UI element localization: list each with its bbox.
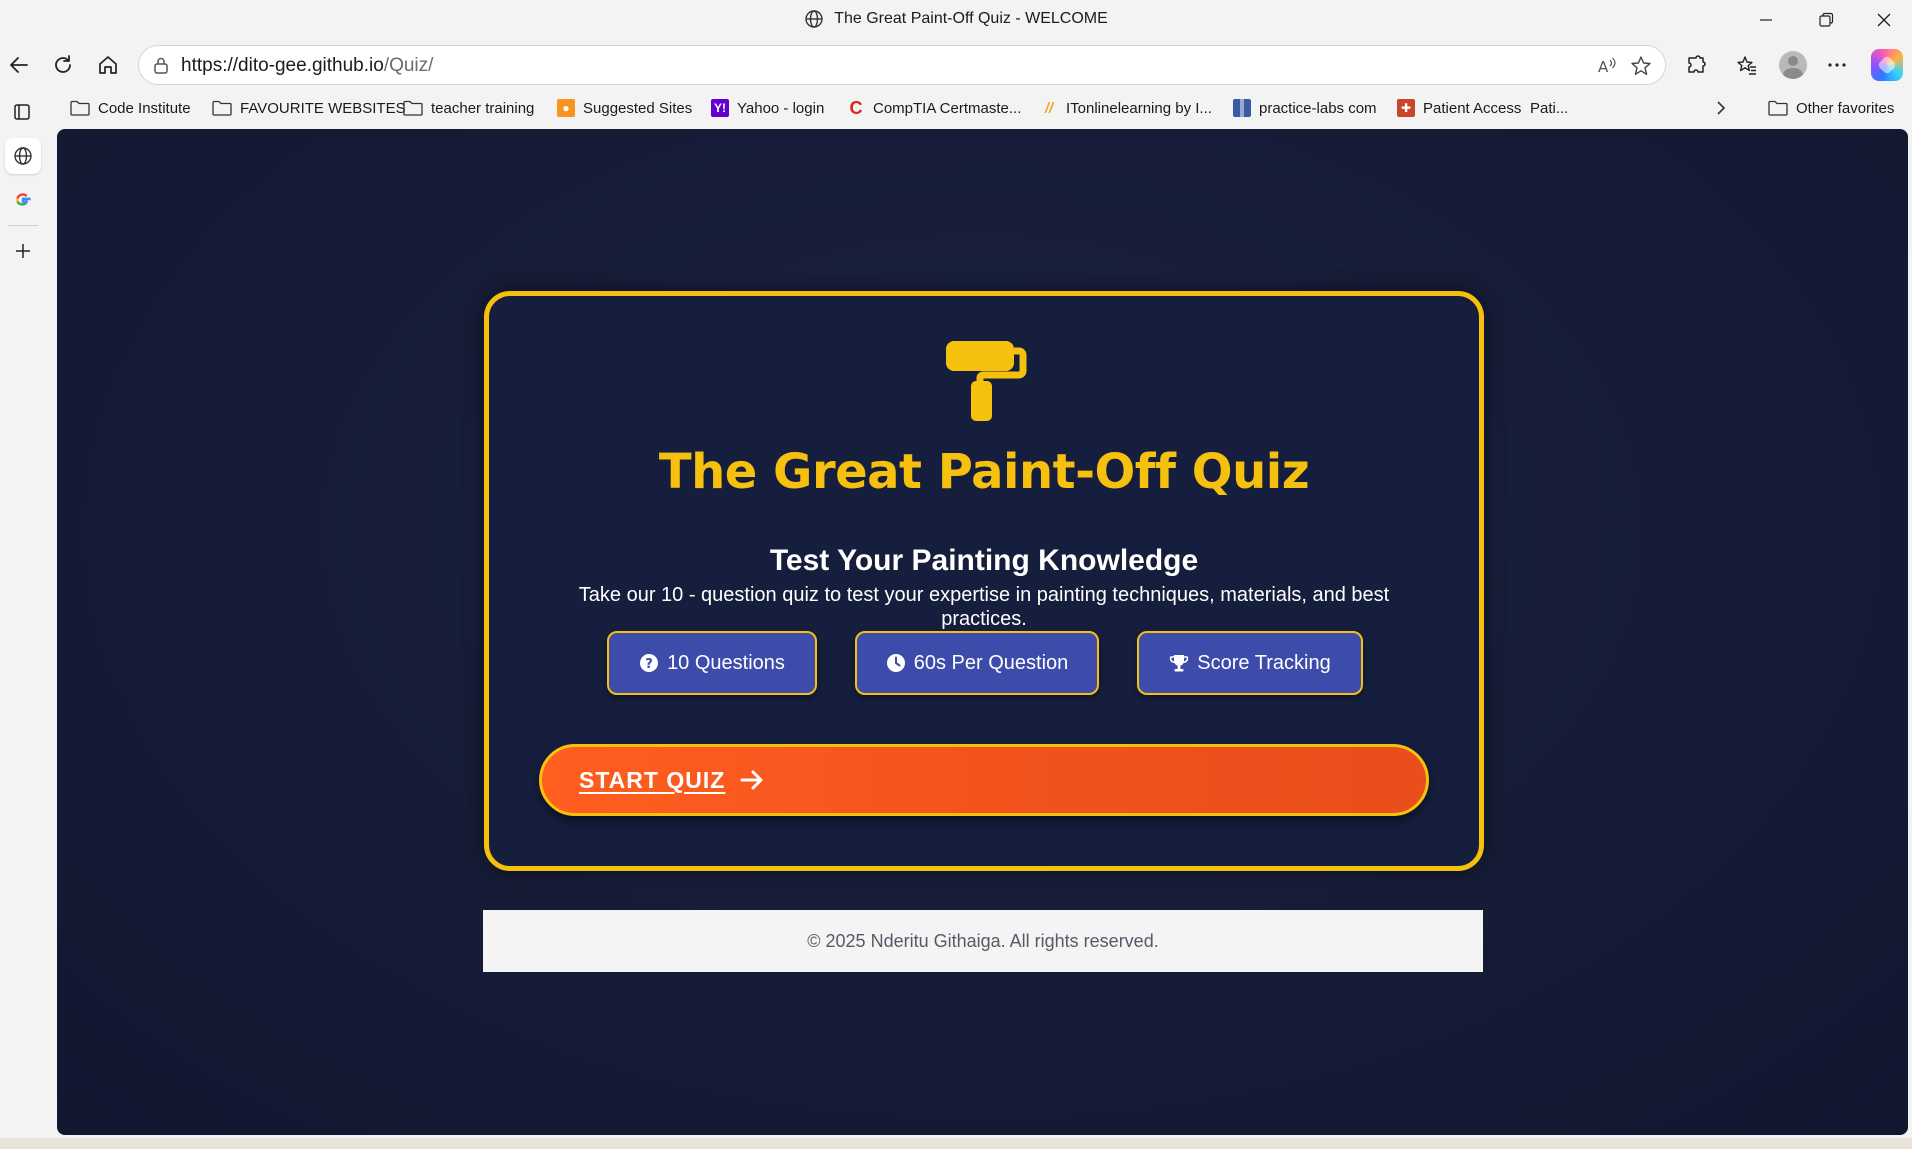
address-bar[interactable]: https://dito-gee.github.io/Quiz/ A bbox=[138, 45, 1666, 85]
favorite-teacher-training[interactable]: teacher training bbox=[403, 97, 534, 119]
comptia-icon: C bbox=[849, 97, 863, 118]
favorites-bar: Code Institute FAVOURITE WEBSITES teache… bbox=[0, 90, 1912, 126]
navigation-bar: https://dito-gee.github.io/Quiz/ A bbox=[0, 40, 1912, 90]
welcome-card: The Great Paint-Off Quiz Test Your Paint… bbox=[484, 291, 1484, 871]
home-button[interactable] bbox=[89, 46, 127, 84]
clock-icon bbox=[886, 654, 905, 672]
favorite-label: Yahoo - login bbox=[737, 99, 825, 117]
restore-icon bbox=[1819, 12, 1834, 27]
feature-time-badge: 60s Per Question bbox=[855, 631, 1099, 695]
minimize-button[interactable] bbox=[1738, 0, 1794, 40]
favorite-code-institute[interactable]: Code Institute bbox=[70, 97, 191, 119]
favorite-suggested-sites[interactable]: ● Suggested Sites bbox=[557, 97, 692, 119]
title-bar: The Great Paint-Off Quiz - WELCOME bbox=[0, 0, 1912, 40]
favorite-practice-labs[interactable]: practice-labs com bbox=[1233, 97, 1377, 119]
feature-label: Score Tracking bbox=[1197, 651, 1331, 674]
feature-questions-badge: ? 10 Questions bbox=[607, 631, 817, 695]
feature-label: 10 Questions bbox=[667, 651, 785, 674]
favorite-favourite-websites[interactable]: FAVOURITE WEBSITES bbox=[212, 97, 406, 119]
extensions-puzzle-icon bbox=[1688, 55, 1706, 73]
tab-actions-button[interactable] bbox=[4, 94, 40, 130]
itonline-icon: // bbox=[1044, 99, 1054, 117]
url-path: /Quiz/ bbox=[383, 55, 434, 76]
folder-icon bbox=[70, 100, 90, 116]
close-icon bbox=[1877, 13, 1891, 27]
profile-avatar[interactable] bbox=[1779, 51, 1807, 79]
page-title: The Great Paint-Off Quiz bbox=[658, 444, 1310, 500]
read-aloud-icon[interactable]: A bbox=[1595, 54, 1619, 78]
restore-button[interactable] bbox=[1798, 0, 1854, 40]
back-arrow-icon bbox=[10, 57, 28, 73]
favorite-label: Other favorites bbox=[1796, 99, 1895, 117]
sidebar-tab-google[interactable] bbox=[5, 182, 41, 218]
favorite-label: ITonlinelearning by I... bbox=[1066, 99, 1212, 117]
favorite-label: Pati... bbox=[1530, 99, 1569, 117]
start-quiz-button[interactable]: START QUIZ bbox=[539, 744, 1429, 816]
url-host: https://dito-gee.github.io bbox=[181, 55, 384, 76]
sidebar-tab-current[interactable] bbox=[5, 138, 41, 174]
extensions-button[interactable] bbox=[1677, 46, 1715, 84]
more-dots-icon bbox=[1828, 63, 1846, 67]
tab-panel-icon bbox=[14, 104, 30, 120]
window-title: The Great Paint-Off Quiz - WELCOME bbox=[0, 9, 1912, 29]
site-info-lock-icon[interactable] bbox=[151, 55, 171, 75]
favorites-overflow-button[interactable] bbox=[1715, 97, 1727, 119]
favorite-other-favorites[interactable]: Other favorites bbox=[1768, 97, 1894, 119]
favorite-label: FAVOURITE WEBSITES bbox=[240, 99, 406, 117]
url-text[interactable]: https://dito-gee.github.io/Quiz/ bbox=[181, 55, 433, 77]
back-button[interactable] bbox=[0, 46, 38, 84]
favorite-pati[interactable]: Pati... bbox=[1530, 97, 1568, 119]
favorite-comptia[interactable]: C CompTIA Certmaste... bbox=[847, 97, 1022, 119]
browser-sidebar bbox=[0, 90, 46, 1149]
page-viewport: The Great Paint-Off Quiz Test Your Paint… bbox=[57, 129, 1908, 1135]
suggested-sites-icon: ● bbox=[557, 99, 575, 117]
plus-icon bbox=[16, 244, 30, 258]
sidebar-separator bbox=[8, 225, 38, 226]
favorites-button[interactable] bbox=[1728, 46, 1766, 84]
practice-labs-icon bbox=[1233, 99, 1251, 117]
favorite-label: practice-labs com bbox=[1259, 99, 1377, 117]
arrow-right-icon bbox=[740, 770, 763, 790]
globe-icon bbox=[805, 10, 823, 28]
add-favorite-star-icon[interactable] bbox=[1629, 54, 1653, 78]
taskbar-edge bbox=[0, 1138, 1912, 1149]
paint-roller-icon bbox=[946, 341, 1027, 421]
copilot-icon[interactable] bbox=[1871, 49, 1903, 81]
start-quiz-label: START QUIZ bbox=[579, 766, 726, 793]
svg-text:?: ? bbox=[645, 657, 653, 672]
chevron-right-icon bbox=[1717, 101, 1726, 115]
folder-icon bbox=[212, 100, 232, 116]
page-footer: © 2025 Nderitu Githaiga. All rights rese… bbox=[483, 910, 1483, 972]
window-title-text: The Great Paint-Off Quiz - WELCOME bbox=[834, 10, 1108, 27]
settings-more-button[interactable] bbox=[1818, 46, 1856, 84]
favorite-label: Code Institute bbox=[98, 99, 191, 117]
refresh-button[interactable] bbox=[44, 46, 82, 84]
favorite-label: Suggested Sites bbox=[583, 99, 693, 117]
globe-icon bbox=[14, 147, 32, 165]
home-icon bbox=[99, 56, 117, 74]
patient-access-icon: ✚ bbox=[1397, 99, 1415, 117]
question-circle-icon: ? bbox=[640, 654, 659, 672]
trophy-icon bbox=[1170, 655, 1189, 672]
close-button[interactable] bbox=[1856, 0, 1912, 40]
favorite-label: CompTIA Certmaste... bbox=[873, 99, 1022, 117]
svg-text:A: A bbox=[1598, 58, 1609, 76]
page-subtitle: Test Your Painting Knowledge bbox=[769, 544, 1199, 577]
minimize-icon bbox=[1760, 19, 1772, 21]
feature-label: 60s Per Question bbox=[913, 651, 1069, 674]
folder-icon bbox=[403, 100, 423, 116]
feature-score-badge: Score Tracking bbox=[1137, 631, 1363, 695]
folder-icon bbox=[1768, 100, 1788, 116]
favorite-yahoo-login[interactable]: Y! Yahoo - login bbox=[711, 97, 824, 119]
google-icon bbox=[16, 193, 31, 206]
new-tab-button[interactable] bbox=[5, 233, 41, 269]
favorite-patient-access[interactable]: ✚ Patient Access bbox=[1397, 97, 1521, 119]
favorite-label: teacher training bbox=[431, 99, 535, 117]
yahoo-icon: Y! bbox=[711, 99, 729, 117]
favorite-label: Patient Access bbox=[1423, 99, 1522, 117]
refresh-icon bbox=[55, 55, 71, 73]
favorites-list-icon bbox=[1737, 56, 1756, 75]
page-description: Take our 10 - question quiz to test your… bbox=[578, 584, 1390, 630]
favorite-itonlinelearning[interactable]: // ITonlinelearning by I... bbox=[1040, 97, 1212, 119]
